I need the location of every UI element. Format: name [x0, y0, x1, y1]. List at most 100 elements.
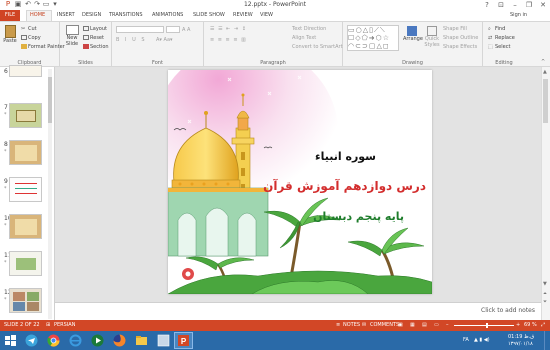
notes-toggle-button[interactable]: NOTES: [343, 322, 360, 328]
arrange-icon: [407, 26, 417, 36]
alignment-buttons[interactable]: ≡ ≡ ≡ ≡ ▥: [210, 37, 247, 43]
tab-file[interactable]: FILE: [0, 10, 20, 21]
layout-button[interactable]: Layout: [83, 26, 107, 32]
paste-button[interactable]: Paste: [3, 25, 17, 44]
reset-button[interactable]: Reset: [83, 35, 104, 41]
format-painter-button[interactable]: Format Painter: [21, 44, 65, 50]
new-slide-button[interactable]: New Slide: [63, 25, 81, 47]
shape-effects-button[interactable]: Shape Effects: [443, 44, 477, 50]
keyboard-language[interactable]: FA: [463, 337, 469, 343]
vertical-scrollbar-thumb[interactable]: [543, 79, 548, 123]
grow-shrink-font-buttons[interactable]: A A: [182, 27, 190, 33]
tab-insert[interactable]: INSERT: [57, 11, 75, 20]
cut-button[interactable]: ✂ Cut: [21, 26, 37, 32]
slides-group-label: Slides: [78, 60, 93, 66]
zoom-slider-thumb[interactable]: [486, 323, 488, 328]
slideshow-view-icon[interactable]: ▭: [434, 322, 439, 328]
help-button[interactable]: ?: [480, 0, 494, 10]
convert-smartart-button[interactable]: Convert to SmartArt: [292, 44, 343, 50]
powerpoint-taskbar-button[interactable]: P: [174, 332, 193, 349]
text-direction-button[interactable]: Text Direction: [292, 26, 326, 32]
collapse-ribbon-icon[interactable]: ^: [541, 59, 545, 65]
slide-thumbnail[interactable]: [9, 214, 42, 239]
status-bar: SLIDE 2 OF 22 ⊞ PERSIAN ≡ NOTES ✉ COMMEN…: [0, 320, 550, 331]
copy-button[interactable]: Copy: [21, 35, 41, 41]
media-player-icon[interactable]: [90, 333, 105, 348]
scroll-down-icon[interactable]: ▼: [543, 281, 547, 287]
panel-scrollbar[interactable]: [48, 69, 52, 319]
ribbon-display-icon[interactable]: ⊡: [494, 0, 508, 10]
font-color-button[interactable]: A▾ Aa▾: [156, 37, 173, 43]
shape-outline-button[interactable]: Shape Outline: [443, 35, 478, 41]
windows-explorer-icon[interactable]: [134, 333, 149, 348]
notes-placeholder[interactable]: Click to add notes: [481, 307, 535, 314]
slide-thumbnail[interactable]: [9, 177, 42, 202]
zoom-in-icon[interactable]: +: [516, 322, 520, 328]
tab-animations[interactable]: ANIMATIONS: [152, 11, 183, 20]
firefox-icon[interactable]: [112, 333, 127, 348]
clock-date[interactable]: ۱۳۹۷/۰۱/۱۸: [508, 341, 533, 347]
slide-thumbnail[interactable]: [9, 65, 42, 77]
shape-fill-button[interactable]: Shape Fill: [443, 26, 467, 32]
arrange-button[interactable]: Arrange: [403, 26, 423, 42]
zoom-out-icon[interactable]: –: [446, 322, 449, 328]
telegram-icon[interactable]: [24, 333, 39, 348]
tab-transitions[interactable]: TRANSITIONS: [109, 11, 143, 20]
generic-app-icon[interactable]: [156, 333, 171, 348]
show-desktop-button[interactable]: [544, 331, 550, 350]
language-status[interactable]: PERSIAN: [54, 322, 75, 328]
slide-thumbnail[interactable]: [9, 103, 42, 128]
start-button[interactable]: [3, 333, 18, 348]
vertical-scrollbar[interactable]: ▲ ▼ ⏶ ⏷: [541, 67, 550, 320]
sign-in-link[interactable]: Sign in: [510, 11, 527, 20]
slide-thumbnail[interactable]: [9, 251, 42, 276]
zoom-slider[interactable]: [454, 325, 514, 326]
close-icon[interactable]: ✕: [536, 0, 550, 10]
current-slide[interactable]: سوره انبیاء درس دوازدهم آموزش قرآن پایه …: [168, 70, 432, 294]
comments-icon[interactable]: ✉: [362, 322, 366, 328]
tab-design[interactable]: DESIGN: [82, 11, 101, 20]
chrome-icon[interactable]: [46, 333, 61, 348]
slide-thumbnail[interactable]: [9, 288, 42, 313]
normal-view-icon[interactable]: ▣: [398, 322, 403, 328]
find-button[interactable]: ⌕ Find: [488, 26, 505, 32]
zoom-level[interactable]: 69 %: [524, 322, 537, 328]
shapes-gallery[interactable]: ▭○△▯⟋⟍ ☐◇⬠➜⬡☆ ◠⊂⊃▢△◻: [347, 25, 399, 51]
next-slide-icon[interactable]: ⏷: [543, 299, 547, 305]
spelling-icon[interactable]: ⊞: [46, 322, 50, 328]
animation-star-icon: *: [4, 112, 7, 118]
font-group-label: Font: [152, 60, 163, 66]
reading-view-icon[interactable]: ▤: [422, 322, 427, 328]
slide-title-surah[interactable]: سوره انبیاء: [315, 150, 376, 163]
font-style-buttons[interactable]: B I U S: [116, 37, 147, 43]
panel-scrollbar-thumb[interactable]: [48, 77, 52, 123]
clock-time[interactable]: 01:19 ق.ظ: [508, 334, 534, 340]
font-name-field[interactable]: [116, 26, 164, 33]
slide-sorter-icon[interactable]: ▦: [410, 322, 415, 328]
notes-pane[interactable]: Click to add notes: [55, 302, 541, 320]
tab-view[interactable]: VIEW: [260, 11, 273, 20]
select-button[interactable]: ⬚ Select: [488, 44, 510, 50]
restore-icon[interactable]: ❐: [522, 0, 536, 10]
previous-slide-icon[interactable]: ⏶: [543, 291, 547, 297]
section-button[interactable]: Section: [83, 44, 109, 50]
tab-slide-show[interactable]: SLIDE SHOW: [193, 11, 225, 20]
internet-explorer-icon[interactable]: [68, 333, 83, 348]
tab-review[interactable]: REVIEW: [233, 11, 253, 20]
slide-title-lesson[interactable]: درس دوازدهم آموزش قرآن: [263, 179, 426, 193]
minimize-icon[interactable]: –: [508, 0, 522, 10]
quick-styles-button[interactable]: Quick Styles: [423, 26, 441, 48]
tray-icons[interactable]: ▲ ▮ ◀): [474, 337, 490, 343]
replace-button[interactable]: ⇄ Replace: [488, 35, 515, 41]
slide-thumbnail[interactable]: [9, 140, 42, 165]
font-size-field[interactable]: [166, 26, 180, 33]
shape-outline-label: Shape Outline: [443, 35, 479, 41]
comments-button[interactable]: COMMENTS: [370, 322, 399, 328]
tab-home[interactable]: HOME: [30, 11, 45, 20]
list-buttons[interactable]: ☰ ☰ ⇤ ⇥ ↕: [210, 26, 247, 32]
notes-toggle-icon[interactable]: ≡: [336, 322, 340, 328]
align-text-button[interactable]: Align Text: [292, 35, 316, 41]
fit-slide-icon[interactable]: ⤢: [541, 322, 545, 328]
slide-title-grade[interactable]: پایه پنجم دبستان: [313, 210, 404, 223]
scroll-up-icon[interactable]: ▲: [543, 69, 547, 75]
